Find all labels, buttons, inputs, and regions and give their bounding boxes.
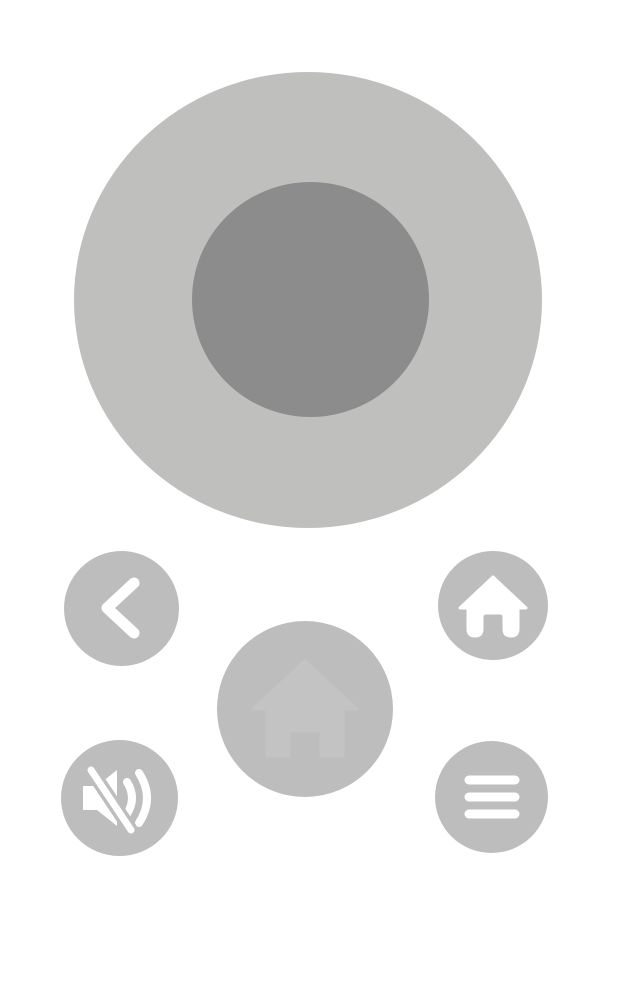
- remote-control-screen: [0, 0, 622, 1000]
- back-button[interactable]: [64, 551, 179, 666]
- chevron-left-icon: [64, 551, 179, 666]
- dpad-ok-button[interactable]: [192, 182, 429, 417]
- home-icon: [438, 551, 548, 660]
- home-icon: [217, 621, 393, 797]
- mute-button[interactable]: [61, 740, 178, 856]
- center-home-button[interactable]: [217, 621, 393, 797]
- home-button[interactable]: [438, 551, 548, 660]
- menu-button[interactable]: [435, 741, 548, 853]
- menu-icon: [435, 741, 548, 853]
- volume-mute-icon: [61, 740, 178, 856]
